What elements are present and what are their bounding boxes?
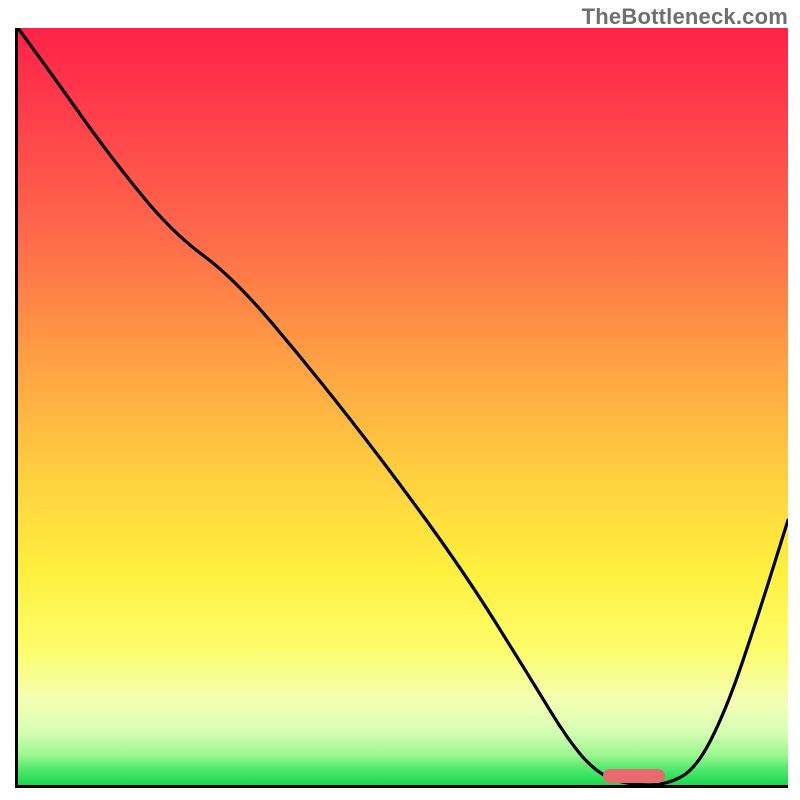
bottleneck-curve-path (18, 28, 788, 785)
plot-area (15, 28, 788, 788)
bottleneck-chart: TheBottleneck.com (0, 0, 800, 800)
watermark-label: TheBottleneck.com (582, 4, 788, 30)
optimal-range-marker (603, 769, 665, 783)
curve-layer (18, 28, 788, 785)
